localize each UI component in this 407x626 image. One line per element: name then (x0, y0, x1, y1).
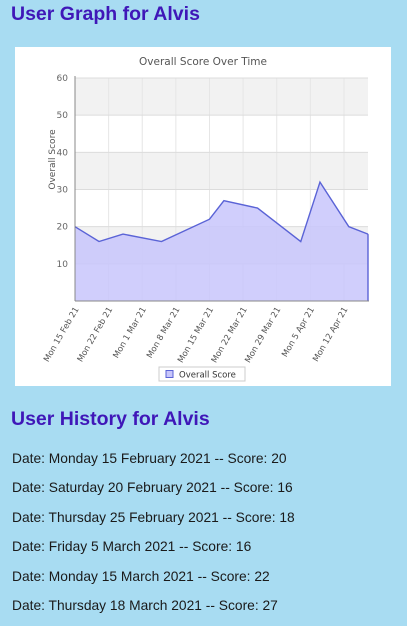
history-item: Date: Thursday 25 February 2021 -- Score… (12, 509, 295, 525)
x-tick-label: Mon 15 Mar 21 (175, 305, 215, 364)
score-chart-panel: 10 20 30 40 50 60 Mon 15 Feb 21 Mon 22 Feb 21 Mo… (15, 47, 391, 386)
legend-swatch (165, 370, 174, 378)
x-tick-label: Mon 5 Apr 21 (279, 305, 316, 359)
series-area (75, 182, 368, 301)
x-tick-label: Mon 1 Mar 21 (111, 305, 148, 360)
y-tick-label: 60 (57, 74, 69, 84)
x-tick-label: Mon 29 Mar 21 (242, 305, 282, 364)
y-axis-label: Overall Score (48, 129, 58, 190)
x-tick-label: Mon 8 Mar 21 (144, 305, 181, 360)
history-item: Date: Monday 15 March 2021 -- Score: 22 (12, 568, 270, 584)
y-tick-label: 20 (57, 223, 69, 233)
history-item: Date: Thursday 18 March 2021 -- Score: 2… (12, 598, 278, 613)
y-tick-label: 40 (57, 148, 69, 158)
history-item: Date: Friday 5 March 2021 -- Score: 16 (12, 539, 252, 555)
x-tick-label: Mon 22 Feb 21 (75, 305, 115, 364)
history-item: Date: Saturday 20 February 2021 -- Score… (12, 480, 293, 496)
user-page: User Graph for Alvis 10 20 30 40 50 60 Mon 15 … (0, 0, 407, 626)
y-tick-label: 50 (57, 111, 69, 121)
score-chart: 102030405060Mon 15 Feb 21Mon 22 Feb 21Mo… (41, 56, 369, 382)
x-tick-label: Mon 22 Mar 21 (209, 305, 249, 364)
grid-band (75, 78, 368, 116)
chart-title: Overall Score Over Time (139, 56, 267, 68)
user-graph-heading: User Graph for Alvis (11, 3, 200, 25)
x-tick-label: Mon 15 Feb 21 (41, 305, 81, 364)
history-item: Date: Monday 15 February 2021 -- Score: … (12, 451, 287, 466)
user-history-heading: User History for Alvis (11, 408, 210, 430)
legend-label: Overall Score (179, 371, 236, 381)
y-tick-label: 30 (57, 186, 69, 196)
x-tick-label: Mon 12 Apr 21 (310, 305, 349, 363)
y-tick-label: 10 (57, 260, 69, 270)
grid-band (75, 152, 368, 190)
